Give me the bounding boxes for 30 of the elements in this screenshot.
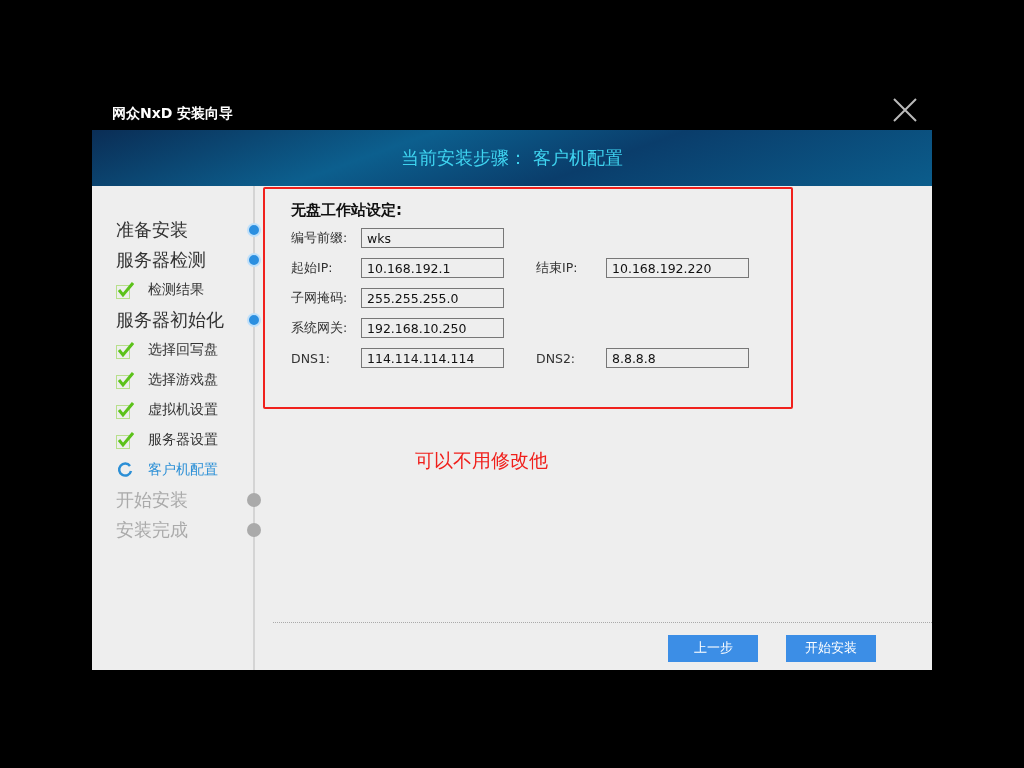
input-field[interactable]: 10.168.192.220 — [606, 258, 749, 278]
input-field[interactable]: 10.168.192.1 — [361, 258, 504, 278]
field-label: 子网掩码: — [291, 289, 349, 307]
field-label: 结束IP: — [536, 259, 579, 277]
input-field[interactable]: 255.255.255.0 — [361, 288, 504, 308]
field-label: 起始IP: — [291, 259, 334, 277]
section-title: 无盘工作站设定: — [291, 201, 403, 220]
step-label: 服务器检测 — [116, 248, 206, 272]
close-icon[interactable] — [893, 97, 917, 122]
field-label: 编号前缀: — [291, 229, 349, 247]
annotation-text: 可以不用修改他 — [415, 448, 549, 473]
step-label: 开始安装 — [116, 488, 188, 512]
field-label: 系统网关: — [291, 319, 349, 337]
step-label: 虚拟机设置 — [148, 401, 218, 419]
field-label: DNS1: — [291, 350, 332, 366]
input-field[interactable]: 192.168.10.250 — [361, 318, 504, 338]
field-label: DNS2: — [536, 350, 577, 366]
input-field[interactable]: 114.114.114.114 — [361, 348, 504, 368]
step-label: 安装完成 — [116, 518, 188, 542]
step-label: 选择游戏盘 — [148, 371, 218, 389]
window-title: 网众NxD 安装向导 — [112, 104, 234, 123]
step-label: 选择回写盘 — [148, 341, 218, 359]
step-label: 检测结果 — [148, 281, 204, 299]
input-field[interactable]: 8.8.8.8 — [606, 348, 749, 368]
step-label: 服务器初始化 — [116, 308, 224, 332]
step-label: 客户机配置 — [148, 461, 218, 479]
step-label: 服务器设置 — [148, 431, 218, 449]
step-label: 准备安装 — [116, 218, 188, 242]
current-step-title: 当前安装步骤： 客户机配置 — [401, 146, 623, 170]
input-field[interactable]: wks — [361, 228, 504, 248]
